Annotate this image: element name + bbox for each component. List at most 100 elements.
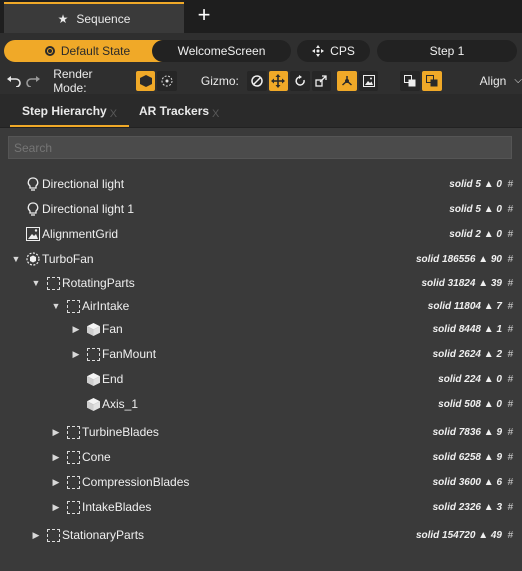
gizmo-label: Gizmo: — [200, 73, 239, 88]
tree-row[interactable]: ▼ AirIntake solid 11804 ▲ 7 # — [0, 294, 522, 318]
hash-icon[interactable]: # — [507, 502, 513, 513]
tree-row[interactable]: ▶ FanMount solid 2624 ▲ 2 # — [0, 342, 522, 366]
gizmo-pivot-button[interactable] — [337, 70, 357, 91]
tree-row-stats: solid 186556 ▲ 90 — [415, 253, 502, 265]
close-icon[interactable]: X — [110, 108, 117, 120]
tree-row-stats: solid 8448 ▲ 1 — [432, 323, 502, 335]
hash-icon[interactable]: # — [507, 427, 513, 438]
assembly-icon — [26, 252, 40, 266]
tree-row-name: Directional light 1 — [42, 202, 135, 216]
tab-step-hierarchy[interactable]: Step Hierarchy X — [10, 94, 130, 127]
tree-row[interactable]: ▶ IntakeBlades solid 2326 ▲ 3 # — [0, 495, 522, 519]
state-cps-label: CPS — [330, 44, 355, 58]
title-bar: ★ Sequence + — [0, 0, 522, 33]
state-cps-button[interactable]: CPS — [297, 40, 370, 62]
gizmo-scale-button[interactable] — [311, 70, 332, 91]
hash-icon[interactable]: # — [507, 452, 513, 463]
hash-icon[interactable]: # — [507, 349, 513, 360]
group-icon — [46, 276, 60, 290]
state-step1-button[interactable]: Step 1 — [377, 40, 517, 62]
caret-right-icon[interactable]: ▶ — [51, 477, 61, 487]
tree-row-name: End — [102, 372, 124, 386]
hash-icon[interactable]: # — [507, 278, 513, 289]
state-default-button[interactable]: Default State — [4, 40, 171, 62]
tree-row[interactable]: ▶ Fan solid 8448 ▲ 1 # — [0, 317, 522, 341]
chevron-down-icon[interactable]: ⌵ — [514, 75, 522, 86]
tree-row-stats: solid 154720 ▲ 49 — [415, 529, 502, 541]
cube-icon — [86, 372, 100, 386]
tree-row[interactable]: End solid 224 ▲ 0 # — [0, 367, 522, 391]
caret-down-icon[interactable]: ▼ — [11, 254, 21, 264]
gizmo-move-button[interactable] — [268, 70, 289, 91]
search-input[interactable] — [8, 136, 512, 159]
tree-row-stats: solid 224 ▲ 0 — [438, 373, 502, 385]
tree-row-stats: solid 2 ▲ 0 — [449, 228, 502, 240]
align-dropdown[interactable]: Align — [480, 74, 507, 88]
tab-ar-trackers[interactable]: AR Trackers X — [139, 94, 219, 127]
render-wire-button[interactable] — [157, 70, 177, 91]
hash-icon[interactable]: # — [507, 229, 513, 240]
caret-right-icon[interactable]: ▶ — [31, 530, 41, 540]
caret-down-icon[interactable]: ▼ — [51, 301, 61, 311]
tab-sequence[interactable]: ★ Sequence — [4, 2, 184, 33]
caret-right-icon[interactable]: ▶ — [71, 349, 81, 359]
state-bar: Default State WelcomeScreen CPS Step 1 — [0, 33, 522, 67]
tree-row-name: IntakeBlades — [82, 500, 152, 514]
tree-row-stats: solid 508 ▲ 0 — [438, 398, 502, 410]
hash-icon[interactable]: # — [507, 179, 513, 190]
tree-row-name: AirIntake — [82, 299, 130, 313]
panel-tabs: Step Hierarchy X AR Trackers X — [0, 94, 522, 128]
wire-sphere-icon — [161, 75, 173, 86]
pivot-icon — [342, 75, 353, 86]
bulb-icon — [26, 177, 40, 191]
caret-down-icon[interactable]: ▼ — [31, 278, 41, 288]
caret-right-icon[interactable]: ▶ — [51, 502, 61, 512]
tree-row[interactable]: AlignmentGrid solid 2 ▲ 0 # — [0, 222, 522, 246]
hash-icon[interactable]: # — [507, 530, 513, 541]
cube-icon — [139, 74, 152, 87]
state-welcome-button[interactable]: WelcomeScreen — [152, 40, 291, 62]
tree-row[interactable]: ▼ TurboFan solid 186556 ▲ 90 # — [0, 247, 522, 271]
gizmo-none-button[interactable] — [246, 70, 267, 91]
caret-right-icon[interactable]: ▶ — [51, 452, 61, 462]
tree-row-name: Cone — [82, 450, 111, 464]
tree-row[interactable]: ▶ TurbineBlades solid 7836 ▲ 9 # — [0, 420, 522, 444]
plus-icon[interactable]: + — [192, 4, 216, 28]
hash-icon[interactable]: # — [507, 477, 513, 488]
gizmo-rotate-button[interactable] — [290, 70, 310, 91]
render-solid-button[interactable] — [135, 70, 156, 91]
tree-row-stats: solid 2624 ▲ 2 — [432, 348, 502, 360]
target-icon — [44, 46, 55, 56]
hash-icon[interactable]: # — [507, 301, 513, 312]
close-icon[interactable]: X — [212, 108, 219, 120]
caret-right-icon[interactable]: ▶ — [51, 427, 61, 437]
tree-row-name: StationaryParts — [62, 528, 145, 542]
tree-row[interactable]: ▶ CompressionBlades solid 3600 ▲ 6 # — [0, 470, 522, 494]
tree-row-stats: solid 6258 ▲ 9 — [432, 451, 502, 463]
snap-off-button[interactable] — [400, 70, 421, 91]
group-icon — [66, 500, 80, 514]
undo-icon[interactable] — [4, 71, 24, 91]
gizmo-image-button[interactable] — [358, 70, 379, 91]
caret-right-icon[interactable]: ▶ — [71, 324, 81, 334]
tree-row[interactable]: Directional light 1 solid 5 ▲ 0 # — [0, 197, 522, 221]
tree-row-name: FanMount — [102, 347, 157, 361]
hash-icon[interactable]: # — [507, 374, 513, 385]
tree-row[interactable]: ▼ RotatingParts solid 31824 ▲ 39 # — [0, 271, 522, 295]
tab-ar-trackers-label: AR Trackers — [139, 103, 210, 118]
tree-row[interactable]: Axis_1 solid 508 ▲ 0 # — [0, 392, 522, 416]
tree-row[interactable]: Directional light solid 5 ▲ 0 # — [0, 172, 522, 196]
hash-icon[interactable]: # — [507, 204, 513, 215]
hash-icon[interactable]: # — [507, 324, 513, 335]
tree-row-stats: solid 7836 ▲ 9 — [432, 426, 502, 438]
cube-icon — [86, 322, 100, 336]
no-entry-icon — [250, 74, 263, 87]
tree-row[interactable]: ▶ Cone solid 6258 ▲ 9 # — [0, 445, 522, 469]
tab-label: Sequence — [76, 11, 131, 26]
group-icon — [66, 299, 80, 313]
redo-icon[interactable] — [24, 71, 44, 91]
hash-icon[interactable]: # — [507, 254, 513, 265]
snap-on-button[interactable] — [422, 70, 442, 91]
tree-row[interactable]: ▶ StationaryParts solid 154720 ▲ 49 # — [0, 523, 522, 547]
hash-icon[interactable]: # — [507, 399, 513, 410]
